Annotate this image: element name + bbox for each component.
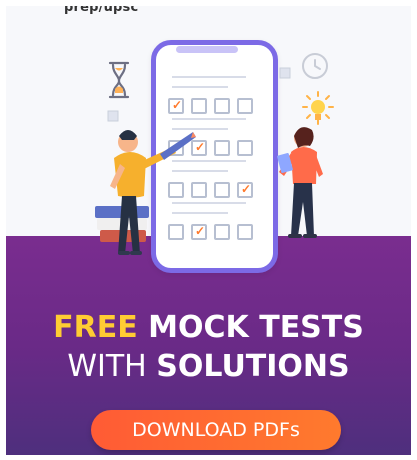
top-cropped-text: prep/upsc [64, 6, 139, 15]
hourglass-icon [108, 61, 130, 99]
page: prep/upsc ✓ ✓ ✓ ✓ FREE MOCK TESTS WITH S… [0, 0, 417, 460]
check-icon: ✓ [241, 182, 252, 196]
clock-icon [302, 53, 328, 79]
download-pdfs-button[interactable]: DOWNLOAD PDFs [91, 410, 341, 450]
answer-checkbox [237, 224, 253, 240]
lightbulb-icon [302, 91, 334, 125]
check-icon: ✓ [172, 98, 183, 112]
answer-checkbox [237, 98, 253, 114]
person-with-clipboard-illustration [277, 127, 323, 238]
headline-mock-tests: MOCK TESTS [137, 310, 364, 345]
answer-checkbox [191, 98, 207, 114]
checkbox-icon [107, 110, 119, 122]
answer-checkbox [214, 98, 230, 114]
question-line [172, 86, 228, 88]
headline-line-2: WITH SOLUTIONS [6, 349, 411, 384]
headline-with: WITH [67, 349, 157, 384]
question-line [172, 118, 246, 120]
headline-free: FREE [53, 310, 138, 345]
check-icon: ✓ [195, 224, 206, 238]
person-with-pencil-illustration [95, 130, 196, 255]
answer-checkbox [237, 140, 253, 156]
check-icon: ✓ [195, 140, 206, 154]
answer-checkbox [214, 224, 230, 240]
answer-checkbox [214, 182, 230, 198]
answer-checkbox [214, 140, 230, 156]
checkbox-icon [279, 67, 291, 79]
phone-speaker [176, 46, 238, 53]
headline-solutions: SOLUTIONS [156, 349, 350, 384]
question-line [172, 76, 246, 78]
headline-line-1: FREE MOCK TESTS [6, 310, 411, 345]
mock-test-banner: prep/upsc ✓ ✓ ✓ ✓ FREE MOCK TESTS WITH S… [6, 6, 411, 455]
